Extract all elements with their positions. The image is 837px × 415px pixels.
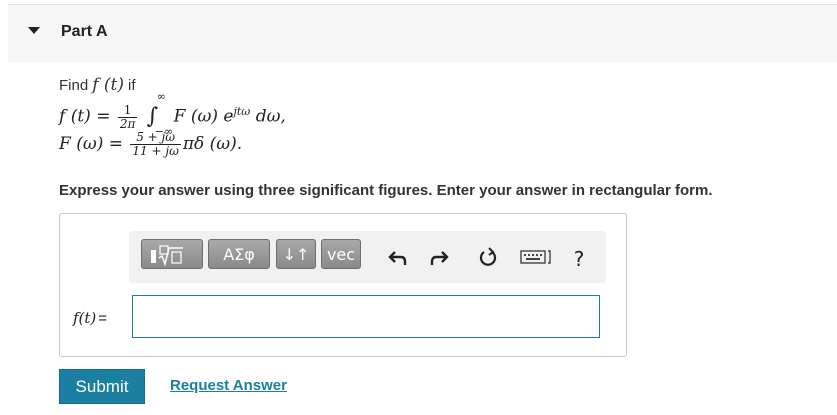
- eq2-frac-num: 5 + jω: [130, 131, 181, 145]
- undo-icon[interactable]: [386, 247, 410, 271]
- int-upper-limit: ∞: [156, 90, 166, 104]
- answer-label: f(t) =: [73, 309, 107, 327]
- find-prefix: Find: [59, 77, 89, 94]
- redo-icon[interactable]: [427, 247, 451, 271]
- part-title: Part A: [61, 23, 108, 40]
- reset-icon[interactable]: [476, 247, 500, 271]
- eq1-fraction: 1 2π: [117, 103, 138, 131]
- keyboard-icon[interactable]: [519, 247, 555, 271]
- greek-symbols-button[interactable]: ΑΣφ: [208, 239, 270, 269]
- sqrt-template-button[interactable]: [141, 239, 203, 269]
- subscript-superscript-button[interactable]: ↓↑: [276, 239, 316, 269]
- eq1-differential: dω,: [255, 106, 286, 127]
- eq2-rest: πδ (ω).: [182, 134, 243, 154]
- eq1-exponent: jtω: [233, 105, 251, 118]
- answer-label-equals: =: [98, 310, 108, 327]
- eq1-lhs: f (t) =: [59, 106, 111, 127]
- find-line: Find f (t) if: [59, 74, 799, 96]
- find-math: f (t): [92, 75, 124, 95]
- answer-input[interactable]: [132, 295, 600, 338]
- collapse-triangle-icon[interactable]: [28, 27, 40, 34]
- answer-label-math: f(t): [73, 309, 97, 327]
- eq1-integrand: F (ω) e: [173, 106, 234, 127]
- question-body: Find f (t) if f (t) = 1 2π ∫ ∞ −∞ F (ω) ejtω …: [59, 74, 799, 160]
- equation-inverse-transform: f (t) = 1 2π ∫ ∞ −∞ F (ω) ejtω dω,: [59, 91, 799, 137]
- sqrt-template-icon: [151, 244, 183, 267]
- submit-button[interactable]: Submit: [59, 369, 145, 404]
- part-header[interactable]: [8, 4, 837, 62]
- eq1-frac-num: 1: [117, 103, 138, 118]
- answer-box: ΑΣφ ↓↑ vec ? f(t) =: [59, 213, 627, 357]
- eq2-lhs: F (ω) =: [59, 134, 123, 154]
- request-answer-link[interactable]: Request Answer: [170, 377, 287, 394]
- help-icon[interactable]: ?: [567, 247, 591, 271]
- vector-button[interactable]: vec: [321, 239, 361, 269]
- eq2-frac-den: 11 + jω: [132, 144, 179, 158]
- eq2-fraction: 5 + jω 11 + jω: [130, 131, 181, 158]
- equation-spectrum: F (ω) = 5 + jω 11 + jω πδ (ω).: [59, 128, 799, 160]
- math-toolbar: ΑΣφ ↓↑ vec ?: [129, 231, 606, 283]
- find-suffix: if: [127, 77, 136, 94]
- instructions: Express your answer using three signific…: [59, 182, 713, 199]
